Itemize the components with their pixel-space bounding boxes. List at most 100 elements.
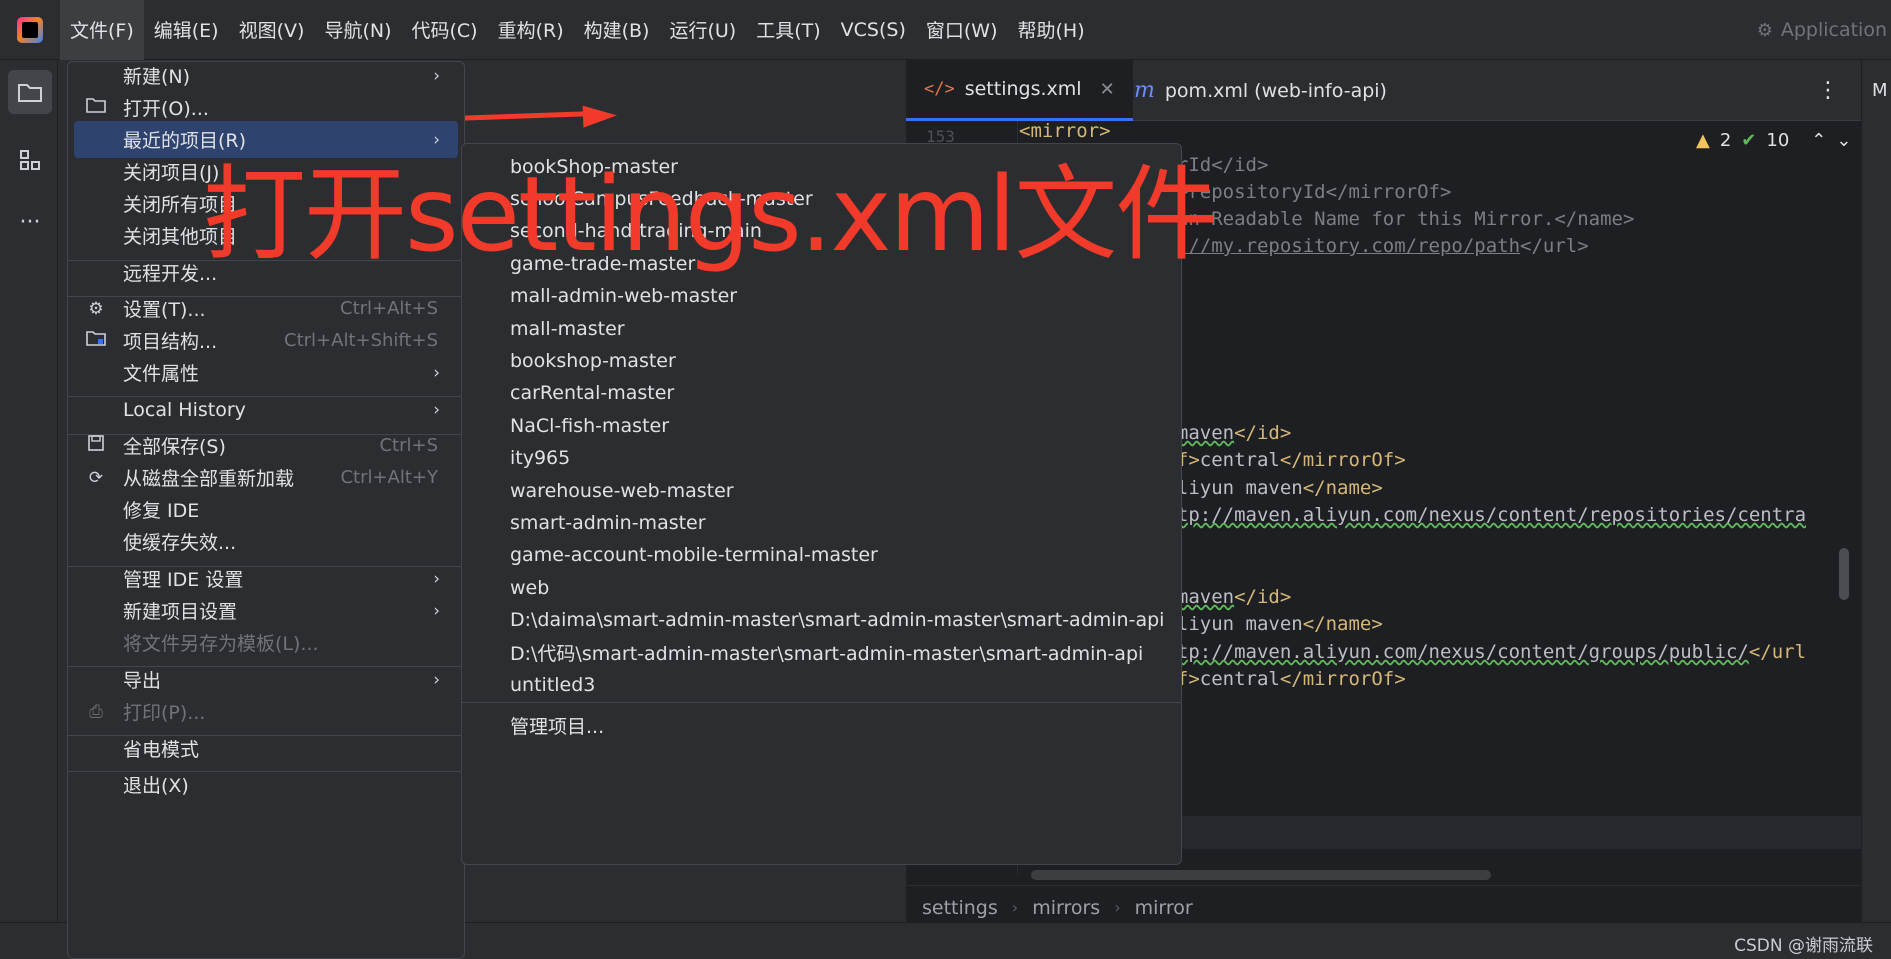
manage-projects-item[interactable]: 管理项目... bbox=[468, 706, 1176, 745]
tab-label: settings.xml bbox=[964, 78, 1082, 100]
app-logo-icon[interactable] bbox=[0, 0, 60, 60]
code-line: http://maven.aliyun.com/nexus/content/re… bbox=[1154, 499, 1806, 532]
menu-4[interactable]: 代码(C) bbox=[401, 0, 487, 60]
menu-item-label: 最近的项目(R) bbox=[123, 130, 247, 152]
menu-6[interactable]: 构建(B) bbox=[574, 0, 660, 60]
check-icon: ✔ bbox=[1741, 130, 1757, 151]
annotation-arrow-head bbox=[582, 104, 618, 128]
code-token: </id> bbox=[1234, 422, 1292, 444]
chevron-right-icon: › bbox=[433, 600, 440, 621]
folder-icon bbox=[18, 84, 42, 102]
code-token: </url bbox=[1748, 641, 1807, 663]
breadcrumb-item[interactable]: mirror bbox=[1135, 897, 1193, 919]
save-icon bbox=[84, 434, 108, 457]
file-menu-item[interactable]: 省电模式 bbox=[74, 730, 458, 767]
more-options-icon[interactable]: ⋮ bbox=[1817, 78, 1839, 103]
menu-item-label: 管理 IDE 设置 bbox=[123, 569, 244, 591]
recent-project-label: warehouse-web-master bbox=[510, 479, 734, 502]
menu-item-label: 文件属性 bbox=[123, 363, 200, 385]
code-line: tp://my.repository.com/repo/path</url> bbox=[1154, 230, 1589, 263]
menu-item-label: 退出(X) bbox=[123, 775, 189, 797]
chevron-right-icon: › bbox=[433, 362, 440, 383]
code-line: rOf>central</mirrorOf> bbox=[1154, 663, 1406, 696]
file-menu-item: ⎙ 打印(P)... bbox=[74, 693, 458, 730]
horizontal-scrollbar[interactable] bbox=[1031, 870, 1491, 880]
close-icon[interactable]: ✕ bbox=[1100, 79, 1115, 100]
menu-10[interactable]: 窗口(W) bbox=[916, 0, 1008, 60]
shortcut-label: Ctrl+S bbox=[379, 435, 438, 456]
breadcrumb-item[interactable]: settings bbox=[922, 897, 998, 919]
warning-count: 2 bbox=[1719, 130, 1732, 151]
annotation-text: 打开settings.xml文件 bbox=[203, 155, 1218, 275]
shortcut-label: Ctrl+Alt+S bbox=[340, 298, 438, 319]
menu-item-label: 全部保存(S) bbox=[123, 436, 226, 458]
recent-project-item[interactable]: untitled3 bbox=[468, 665, 1176, 704]
ide-window: 文件(F) 编辑(E) 视图(V) 导航(N) 代码(C) 重构(R) 构建(B) 运行(U)… bbox=[0, 0, 1891, 959]
menu-7[interactable]: 运行(U) bbox=[659, 0, 746, 60]
project-tool-button[interactable] bbox=[8, 70, 52, 114]
code-token: http://maven.aliyun.com/nexus/content/gr… bbox=[1154, 641, 1749, 663]
structure-tool-button[interactable] bbox=[8, 138, 52, 182]
vertical-scrollbar[interactable] bbox=[1839, 548, 1849, 600]
file-menu-item[interactable]: 文件属性 › bbox=[74, 354, 458, 391]
chevron-right-icon: › bbox=[433, 669, 440, 690]
code-token: <mirror> bbox=[1019, 121, 1111, 142]
application-widget[interactable]: ⚙ Application bbox=[1757, 0, 1891, 60]
recent-project-label: game-account-mobile-terminal-master bbox=[510, 544, 878, 567]
file-menu-item[interactable]: Local History › bbox=[74, 391, 458, 428]
chevron-right-icon: › bbox=[433, 65, 440, 86]
chevron-up-icon[interactable]: ⌃ bbox=[1811, 130, 1826, 151]
chevron-down-icon[interactable]: ⌄ bbox=[1836, 130, 1851, 151]
menu-item-label: 将文件另存为模板(L)... bbox=[123, 633, 319, 655]
more-tools-icon[interactable]: ··· bbox=[8, 200, 52, 244]
recent-project-label: ity965 bbox=[510, 447, 571, 470]
shortcut-label: Ctrl+Alt+Shift+S bbox=[284, 330, 438, 351]
chevron-right-icon: › bbox=[433, 399, 440, 420]
menu-item-label: 新建(N) bbox=[123, 66, 191, 88]
menu-2[interactable]: 视图(V) bbox=[229, 0, 315, 60]
chevron-right-icon: › bbox=[433, 568, 440, 589]
file-menu-item[interactable]: 使缓存失效... bbox=[74, 523, 458, 560]
menu-1[interactable]: 编辑(E) bbox=[144, 0, 229, 60]
menu-item-label: 打印(P)... bbox=[123, 702, 206, 724]
menu-8[interactable]: 工具(T) bbox=[746, 0, 830, 60]
code-token: http://maven.aliyun.com/nexus/content/re… bbox=[1154, 504, 1807, 526]
tab-settings-xml[interactable]: </> settings.xml ✕ bbox=[906, 60, 1133, 121]
project-structure-icon bbox=[84, 330, 108, 351]
maven-file-icon: m bbox=[1134, 78, 1155, 103]
menu-item-label: 设置(T)... bbox=[123, 299, 206, 321]
maven-tool-button[interactable]: M bbox=[1872, 80, 1888, 101]
folder-icon bbox=[84, 97, 108, 118]
menu-5[interactable]: 重构(R) bbox=[488, 0, 574, 60]
file-menu-item[interactable]: 退出(X) bbox=[74, 766, 458, 803]
inspection-widget[interactable]: ▲ 2 ✔ 10 ⌃ ⌄ bbox=[1696, 130, 1851, 151]
menu-0[interactable]: 文件(F) bbox=[60, 0, 144, 60]
code-token: uman Readable Name for this Mirror.</nam… bbox=[1154, 208, 1635, 230]
menu-11[interactable]: 帮助(H) bbox=[1008, 0, 1095, 60]
tab-label: pom.xml (web-info-api) bbox=[1164, 79, 1387, 102]
recent-project-label: bookshop-master bbox=[510, 349, 676, 372]
menu-3[interactable]: 导航(N) bbox=[314, 0, 401, 60]
manage-projects-label: 管理项目... bbox=[510, 716, 605, 738]
menu-9[interactable]: VCS(S) bbox=[831, 0, 916, 60]
left-tool-strip: ··· bbox=[0, 60, 58, 959]
shortcut-label: Ctrl+Alt+Y bbox=[340, 467, 438, 488]
code-token: </mirrorOf> bbox=[1279, 449, 1406, 471]
recent-project-label: NaCl-fish-master bbox=[510, 414, 670, 437]
ok-count: 10 bbox=[1766, 130, 1790, 151]
recent-project-label: D:\代码\smart-admin-master\smart-admin-mas… bbox=[510, 643, 1144, 665]
menu-item-label: 省电模式 bbox=[123, 739, 200, 761]
run-config-icon: ⚙ bbox=[1756, 19, 1773, 41]
tab-pom-xml[interactable]: m pom.xml (web-info-api) bbox=[1116, 60, 1405, 121]
menu-item-label: Local History bbox=[123, 398, 246, 421]
recent-project-label: mall-master bbox=[510, 317, 625, 340]
code-token: aliyun maven bbox=[1165, 613, 1303, 635]
menu-item-label: 导出 bbox=[123, 670, 162, 692]
watermark: CSDN @谢雨流联 bbox=[1734, 936, 1873, 956]
code-token: </name> bbox=[1302, 477, 1383, 499]
recent-project-label: carRental-master bbox=[510, 382, 675, 405]
breadcrumb-item[interactable]: mirrors bbox=[1032, 897, 1100, 919]
menu-separator bbox=[462, 702, 1181, 703]
code-token: </url> bbox=[1520, 235, 1589, 257]
recent-project-label: mall-admin-web-master bbox=[510, 285, 738, 308]
